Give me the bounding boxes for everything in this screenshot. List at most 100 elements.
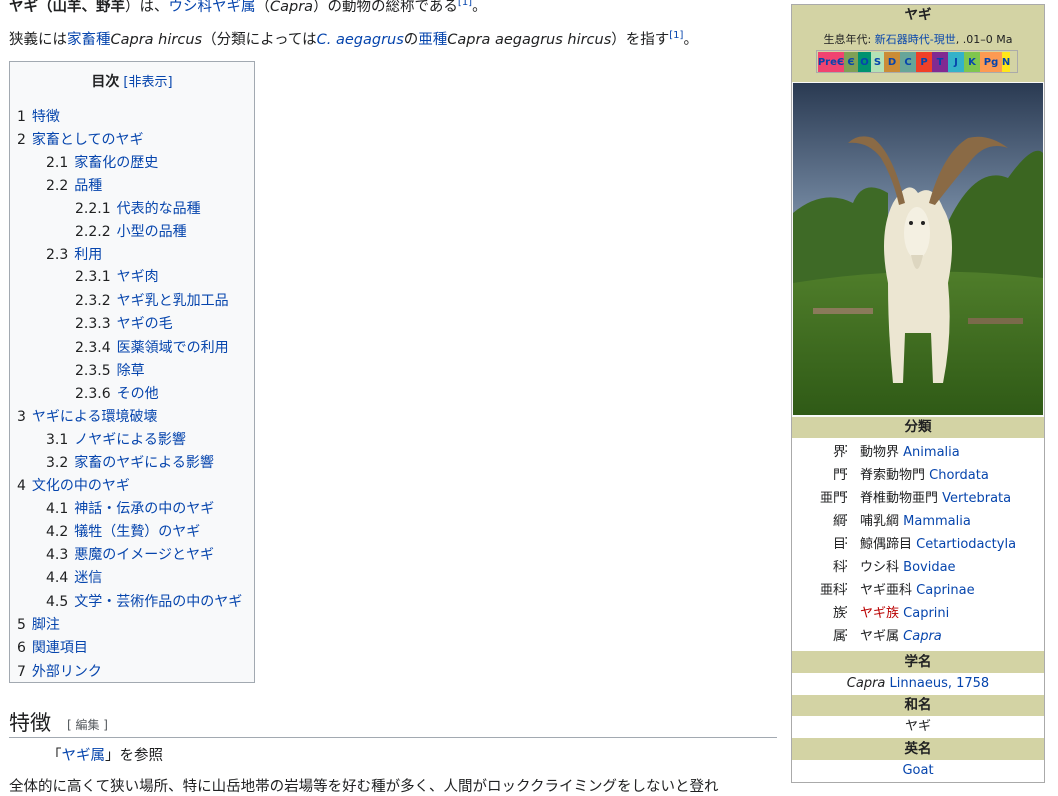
toc-link[interactable]: 関連項目 bbox=[32, 640, 88, 656]
toc-item[interactable]: 4.1 神話・伝承の中のヤギ bbox=[46, 498, 214, 518]
link-genus[interactable]: ウシ科ヤギ属 bbox=[169, 0, 256, 15]
toc-item[interactable]: 7 外部リンク bbox=[17, 661, 102, 681]
toc-link[interactable]: 悪魔のイメージとヤギ bbox=[74, 547, 214, 563]
toc-number: 4.3 bbox=[46, 547, 69, 563]
toc-item[interactable]: 4.4 迷信 bbox=[46, 567, 102, 587]
taxon-latin-link[interactable]: Cetartiodactyla bbox=[916, 537, 1016, 552]
taxon-rank: 亜科 bbox=[819, 583, 846, 598]
toc-item[interactable]: 4.2 犠牲（生贄）のヤギ bbox=[46, 521, 200, 541]
goat-photo[interactable] bbox=[793, 83, 1043, 415]
edit-section-link[interactable]: [ 編集 ] bbox=[67, 716, 108, 733]
toc-item[interactable]: 3 ヤギによる環境破壊 bbox=[17, 406, 158, 426]
toc-link[interactable]: 医薬領域での利用 bbox=[117, 340, 229, 356]
toc-link[interactable]: 文学・芸術作品の中のヤギ bbox=[74, 594, 242, 610]
taxon-latin-link[interactable]: Chordata bbox=[929, 468, 989, 483]
toc-link[interactable]: 小型の品種 bbox=[117, 224, 187, 240]
toc-item[interactable]: 3.1 ノヤギによる影響 bbox=[46, 429, 186, 449]
author-link[interactable]: Linnaeus, 1758 bbox=[890, 676, 990, 691]
toc-item[interactable]: 2.3.1 ヤギ肉 bbox=[75, 266, 159, 286]
geologic-period[interactable]: D bbox=[884, 52, 900, 72]
toc-link[interactable]: 犠牲（生贄）のヤギ bbox=[74, 524, 200, 540]
toc-item[interactable]: 2.3.5 除草 bbox=[75, 360, 145, 380]
toc-link[interactable]: 家畜化の歴史 bbox=[74, 155, 158, 171]
toc-link[interactable]: ヤギ肉 bbox=[117, 269, 159, 285]
taxon-latin-link[interactable]: Capra bbox=[903, 629, 942, 644]
toc-link[interactable]: 神話・伝承の中のヤギ bbox=[74, 501, 214, 517]
toc-item[interactable]: 1 特徴 bbox=[17, 106, 60, 126]
toc-number: 3.2 bbox=[46, 455, 69, 471]
taxon-latin-link[interactable]: Vertebrata bbox=[942, 491, 1011, 506]
toc-item[interactable]: 2.3.2 ヤギ乳と乳加工品 bbox=[75, 290, 229, 310]
toc-link[interactable]: 脚注 bbox=[32, 617, 60, 633]
toc-link[interactable]: その他 bbox=[117, 386, 159, 402]
english-name-link[interactable]: Goat bbox=[902, 763, 933, 778]
toc-toggle-link[interactable]: [非表示] bbox=[123, 75, 172, 90]
text: 。 bbox=[683, 32, 698, 48]
geologic-period[interactable]: T bbox=[932, 52, 948, 72]
geologic-period[interactable]: S bbox=[871, 52, 884, 72]
toc-item[interactable]: 2.3.6 その他 bbox=[75, 383, 159, 403]
taxon-latin-link[interactable]: Animalia bbox=[903, 445, 960, 460]
toc-item[interactable]: 2.2 品種 bbox=[46, 175, 102, 195]
taxon-latin-link[interactable]: Bovidae bbox=[903, 560, 955, 575]
taxonomy-row: 亜科: ヤギ亜科 Caprinae bbox=[792, 579, 1044, 602]
geologic-period[interactable]: J bbox=[948, 52, 964, 72]
sci-genus: Capra bbox=[846, 676, 886, 691]
rank-colon: : bbox=[844, 533, 849, 548]
reference-link-2[interactable]: [1] bbox=[669, 30, 683, 41]
text: （分類によっては bbox=[202, 32, 317, 48]
taxonomy-row: 門: 脊索動物門 Chordata bbox=[792, 464, 1044, 487]
geologic-period[interactable]: Є bbox=[844, 52, 858, 72]
toc-link[interactable]: 外部リンク bbox=[32, 664, 102, 680]
toc-item[interactable]: 2.2.2 小型の品種 bbox=[75, 221, 187, 241]
toc-item[interactable]: 2.1 家畜化の歴史 bbox=[46, 152, 158, 172]
toc-link[interactable]: 文化の中のヤギ bbox=[32, 478, 130, 494]
toc-item[interactable]: 2.3.3 ヤギの毛 bbox=[75, 313, 173, 333]
toc-item[interactable]: 5 脚注 bbox=[17, 614, 60, 634]
toc-link[interactable]: ヤギによる環境破壊 bbox=[32, 409, 158, 425]
geologic-period[interactable]: PreЄ bbox=[818, 52, 844, 72]
toc-item[interactable]: 4 文化の中のヤギ bbox=[17, 475, 130, 495]
toc-item[interactable]: 4.3 悪魔のイメージとヤギ bbox=[46, 544, 214, 564]
toc-item[interactable]: 2.2.1 代表的な品種 bbox=[75, 198, 201, 218]
reference-link[interactable]: [1] bbox=[458, 0, 472, 8]
toc-item[interactable]: 2.3 利用 bbox=[46, 244, 102, 264]
era-link[interactable]: 新石器時代-現世 bbox=[875, 33, 956, 46]
taxon-japanese[interactable]: ヤギ族 bbox=[860, 606, 899, 621]
toc-link[interactable]: 家畜としてのヤギ bbox=[32, 132, 144, 148]
link-domestic[interactable]: 家畜種 bbox=[67, 32, 111, 48]
link-aegagrus[interactable]: C. aegagrus bbox=[317, 32, 404, 48]
taxon-value: ヤギ属 Capra bbox=[860, 625, 942, 644]
geologic-period[interactable]: O bbox=[858, 52, 871, 72]
toc-item[interactable]: 2 家畜としてのヤギ bbox=[17, 129, 144, 149]
scientific-name: Capra Linnaeus, 1758 bbox=[792, 673, 1044, 695]
taxon-latin-link[interactable]: Caprinae bbox=[916, 583, 974, 598]
taxon-japanese: 脊椎動物亜門 bbox=[860, 491, 939, 506]
toc-link[interactable]: ノヤギによる影響 bbox=[74, 432, 186, 448]
taxon-latin-link[interactable]: Caprini bbox=[903, 606, 949, 621]
toc-link[interactable]: 迷信 bbox=[74, 570, 102, 586]
toc-link[interactable]: 除草 bbox=[117, 363, 145, 379]
toc-number: 4 bbox=[17, 478, 26, 494]
geologic-period[interactable]: C bbox=[900, 52, 916, 72]
toc-item[interactable]: 2.3.4 医薬領域での利用 bbox=[75, 337, 229, 357]
toc-link[interactable]: 代表的な品種 bbox=[117, 201, 201, 217]
taxonomy-row: 界: 動物界 Animalia bbox=[792, 441, 1044, 464]
toc-item[interactable]: 3.2 家畜のヤギによる影響 bbox=[46, 452, 214, 472]
toc-link[interactable]: 家畜のヤギによる影響 bbox=[74, 455, 214, 471]
toc-link[interactable]: ヤギ乳と乳加工品 bbox=[117, 293, 229, 309]
toc-link[interactable]: ヤギの毛 bbox=[117, 316, 173, 332]
taxon-latin-link[interactable]: Mammalia bbox=[903, 514, 971, 529]
link-subspecies[interactable]: 亜種 bbox=[418, 32, 447, 48]
geologic-period[interactable]: N bbox=[1002, 52, 1010, 72]
hatnote-link[interactable]: ヤギ属 bbox=[62, 748, 106, 764]
toc-link[interactable]: 品種 bbox=[74, 178, 102, 194]
geologic-period[interactable]: Pg bbox=[980, 52, 1002, 72]
geologic-period[interactable]: P bbox=[916, 52, 932, 72]
geologic-period[interactable]: K bbox=[964, 52, 980, 72]
toc-link[interactable]: 特徴 bbox=[32, 109, 60, 125]
toc-item[interactable]: 6 関連項目 bbox=[17, 637, 88, 657]
toc-item[interactable]: 4.5 文学・芸術作品の中のヤギ bbox=[46, 591, 242, 611]
era-block: 生息年代: 新石器時代-現世, .01–0 Ma PreЄ Є O S D C P T J K Pg… bbox=[792, 24, 1044, 82]
toc-link[interactable]: 利用 bbox=[74, 247, 102, 263]
